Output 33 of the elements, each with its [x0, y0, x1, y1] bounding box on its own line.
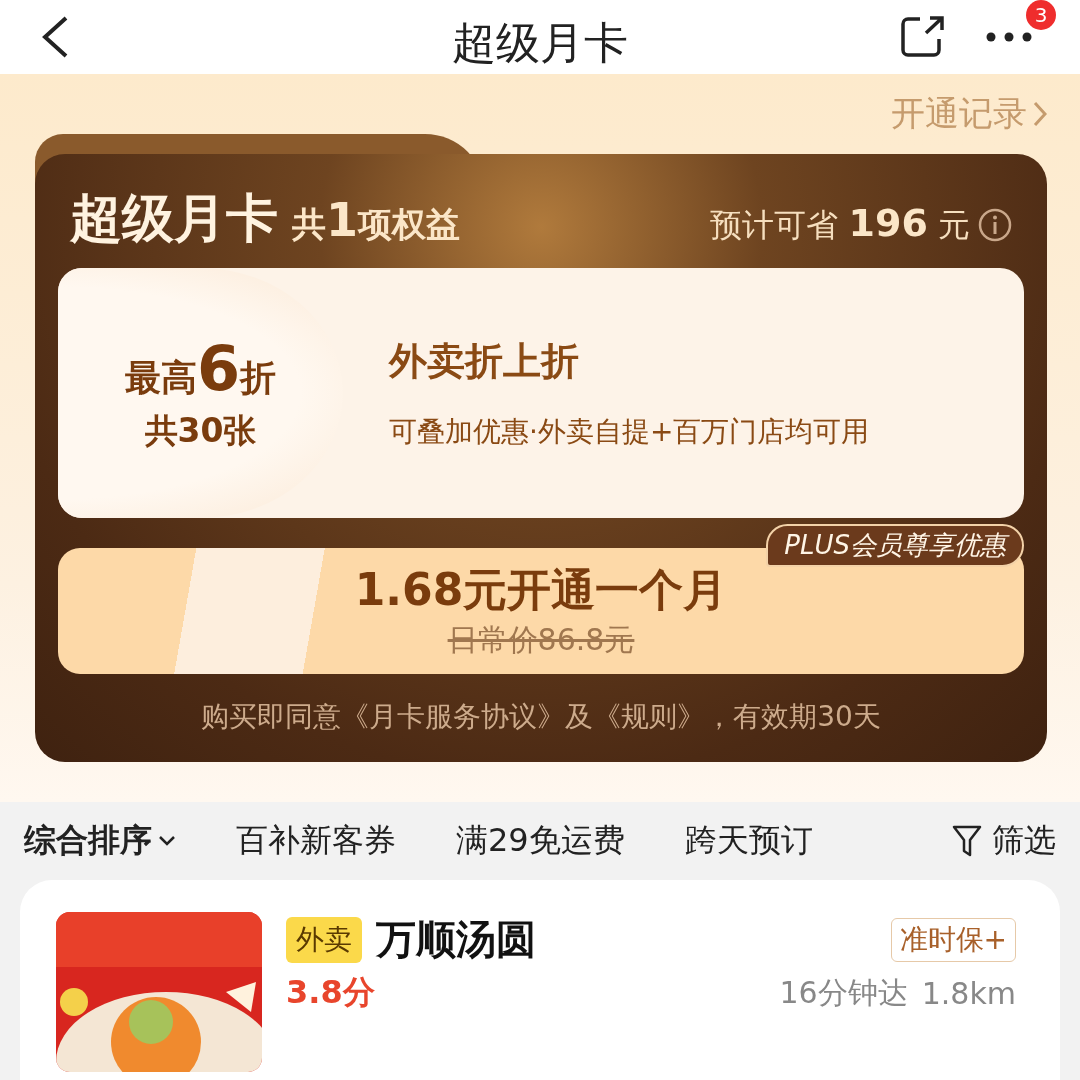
back-icon [40, 15, 70, 60]
card-title: 超级月卡 [70, 187, 278, 251]
share-icon [900, 15, 946, 60]
filter-tab[interactable]: 综合排序 [24, 819, 176, 864]
filter-tab[interactable]: 百补新客券 [236, 819, 396, 864]
coupon-count: 共30张 [144, 410, 257, 453]
back-button[interactable] [40, 15, 70, 60]
share-button[interactable] [900, 15, 946, 60]
discount-value: 最高6折 [124, 332, 277, 406]
on-time-badge: 准时保+ [890, 917, 1016, 962]
info-icon [978, 207, 1012, 242]
plus-tag: PLUS会员尊享优惠 [766, 524, 1024, 568]
delivery-time: 16分钟达 [779, 973, 908, 1012]
page-title: 超级月卡 [452, 17, 628, 68]
agreement-text: 购买即同意《月卡服务协议》及《规则》，有效期30天 [200, 699, 882, 736]
delivery-tag: 外卖 [286, 916, 362, 963]
shop-name: 万顺汤圆 [376, 915, 536, 964]
shop-card[interactable]: 外卖 万顺汤圆 准时保+ 3.8分 16分钟达 1.8km [20, 880, 1060, 1080]
coupon-title: 外卖折上折 [389, 337, 580, 385]
filter-tab[interactable]: 满29免运费 [456, 819, 625, 864]
filter-button[interactable]: 筛选 [952, 819, 1056, 864]
more-button[interactable] [986, 32, 1032, 43]
caret-icon [158, 835, 176, 848]
benefit-count: 共1项权益 [292, 193, 460, 249]
chevron-right-icon [1033, 101, 1047, 128]
coupon-description: 可叠加优惠·外卖自提+百万门店均可用 [389, 413, 870, 450]
filter-tab[interactable]: 跨天预订 [684, 819, 813, 864]
savings-text: 预计可省 196 元 [710, 201, 970, 248]
shop-distance: 1.8km [921, 975, 1016, 1011]
shop-rating: 3.8分 [286, 972, 375, 1013]
more-icon [986, 32, 1032, 43]
funnel-icon [952, 824, 982, 859]
notification-badge: 3 [1026, 0, 1056, 31]
